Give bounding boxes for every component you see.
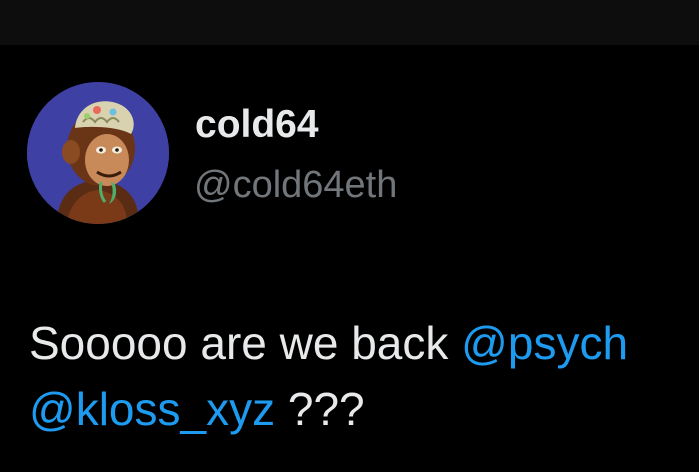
tweet-text-segment: ??? xyxy=(275,383,365,435)
display-name[interactable]: cold64 xyxy=(195,103,319,147)
tweet-line-2: @kloss_xyz ??? xyxy=(29,376,699,442)
tweet-screenshot: ' cold64 @cold64eth Sooooo are we back @… xyxy=(0,0,699,472)
avatar[interactable] xyxy=(27,82,169,224)
user-handle[interactable]: @cold64eth xyxy=(194,163,397,207)
top-bar-glyph: ' xyxy=(52,0,55,7)
tweet-line-1: Sooooo are we back @psych xyxy=(29,310,699,376)
tweet-text-segment: Sooooo are we back xyxy=(29,317,462,369)
top-bar: ' xyxy=(0,0,699,45)
ape-avatar-icon xyxy=(27,82,169,224)
mention-link-psych[interactable]: @psych xyxy=(461,317,628,369)
mention-link-kloss[interactable]: @kloss_xyz xyxy=(29,383,275,435)
tweet-text: Sooooo are we back @psych @kloss_xyz ??? xyxy=(29,310,699,442)
